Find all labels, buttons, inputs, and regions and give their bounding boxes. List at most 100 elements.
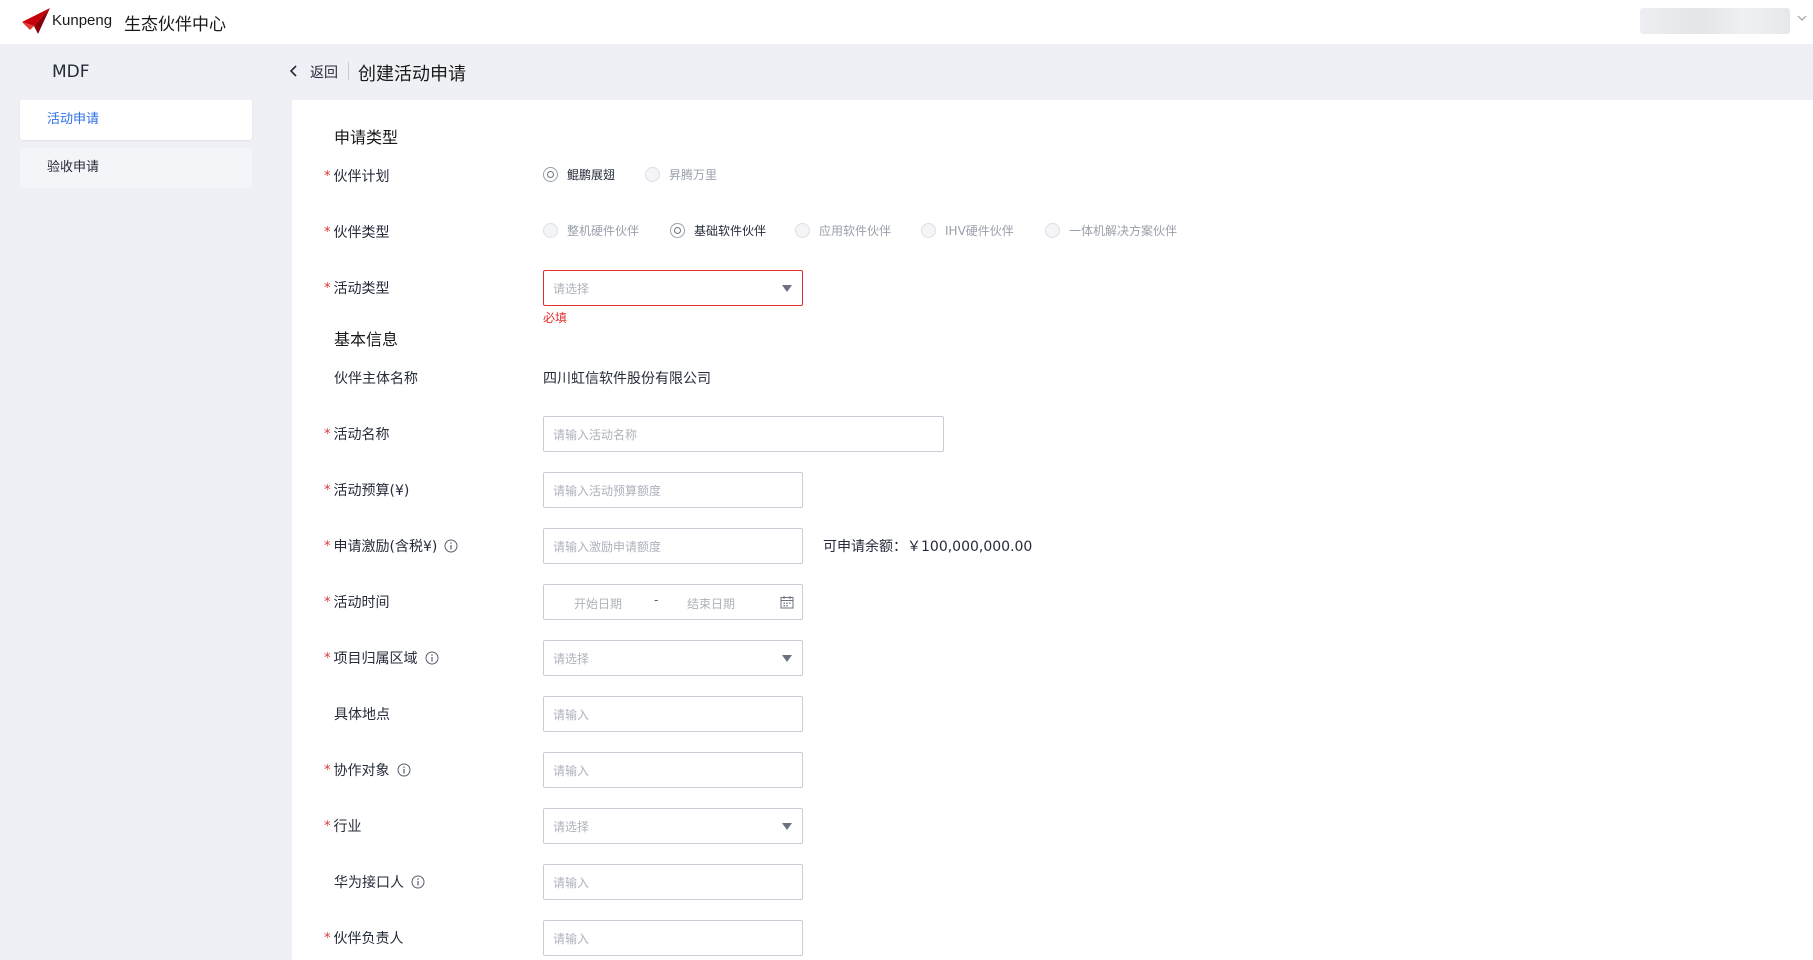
available-balance: 可申请余额：￥100,000,000.00 bbox=[823, 539, 1033, 555]
required-mark: * bbox=[324, 224, 331, 240]
required-mark: * bbox=[324, 168, 331, 184]
radio-partner-plan-ascend[interactable]: 昇腾万里 bbox=[645, 166, 717, 183]
brand-name[interactable]: Kunpeng bbox=[52, 12, 112, 29]
radio-circle-icon[interactable] bbox=[543, 167, 558, 182]
industry-select[interactable]: 请选择 bbox=[543, 808, 803, 844]
section-title-apply-type: 申请类型 bbox=[334, 128, 399, 147]
radio-label[interactable]: 基础软件伙伴 bbox=[694, 222, 766, 239]
radio-circle-icon[interactable] bbox=[645, 167, 660, 182]
incentive-label: * 申请激励(含税¥) bbox=[324, 536, 458, 556]
radio-circle-icon[interactable] bbox=[670, 223, 685, 238]
activity-budget-label: * 活动预算(¥) bbox=[324, 480, 409, 500]
date-separator: - bbox=[654, 593, 659, 607]
info-icon[interactable] bbox=[444, 539, 458, 553]
required-mark: * bbox=[324, 930, 331, 946]
calendar-icon[interactable] bbox=[780, 595, 794, 609]
partner-name-label: 伙伴主体名称 bbox=[334, 368, 418, 388]
activity-type-label-text: 活动类型 bbox=[333, 281, 390, 297]
collab-target-input[interactable]: 请输入 bbox=[543, 752, 803, 788]
back-arrow-icon[interactable] bbox=[288, 64, 300, 78]
activity-type-select[interactable]: 请选择 bbox=[543, 270, 803, 306]
required-mark: * bbox=[324, 482, 331, 498]
radio-label[interactable]: IHV硬件伙伴 bbox=[945, 222, 1014, 239]
radio-partner-type-app-software[interactable]: 应用软件伙伴 bbox=[795, 222, 891, 239]
user-account[interactable] bbox=[1640, 8, 1790, 34]
radio-partner-type-all-in-one[interactable]: 一体机解决方案伙伴 bbox=[1045, 222, 1177, 239]
location-input[interactable]: 请输入 bbox=[543, 696, 803, 732]
location-label: 具体地点 bbox=[334, 704, 390, 724]
end-date-input[interactable]: 结束日期 bbox=[687, 595, 735, 612]
kunpeng-logo-icon[interactable] bbox=[20, 6, 52, 36]
activity-name-label-text: 活动名称 bbox=[333, 427, 390, 443]
activity-type-label: * 活动类型 bbox=[324, 278, 390, 298]
partner-owner-label: * 伙伴负责人 bbox=[324, 928, 404, 948]
chevron-down-icon[interactable] bbox=[1796, 12, 1808, 24]
activity-type-error: 必填 bbox=[543, 311, 568, 325]
top-bar: Kunpeng 生态伙伴中心 bbox=[0, 0, 1813, 44]
required-mark: * bbox=[324, 650, 331, 666]
partner-owner-input[interactable]: 请输入 bbox=[543, 920, 803, 956]
radio-partner-type-base-software[interactable]: 基础软件伙伴 bbox=[670, 222, 766, 239]
partner-type-label: * 伙伴类型 bbox=[324, 222, 390, 242]
collab-target-label-text: 协作对象 bbox=[333, 763, 390, 779]
huawei-contact-label: 华为接口人 bbox=[334, 872, 425, 892]
portal-title[interactable]: 生态伙伴中心 bbox=[124, 10, 226, 35]
radio-label[interactable]: 整机硬件伙伴 bbox=[567, 222, 639, 239]
info-icon[interactable] bbox=[411, 875, 425, 889]
partner-owner-label-text: 伙伴负责人 bbox=[333, 931, 404, 947]
radio-partner-type-ihv[interactable]: IHV硬件伙伴 bbox=[921, 222, 1014, 239]
radio-label[interactable]: 昇腾万里 bbox=[669, 166, 717, 183]
incentive-input[interactable]: 请输入激励申请额度 bbox=[543, 528, 803, 564]
required-mark: * bbox=[324, 280, 331, 296]
select-placeholder[interactable]: 请选择 bbox=[553, 280, 589, 297]
sidebar-title: MDF bbox=[52, 62, 90, 82]
heading-divider bbox=[348, 62, 349, 80]
start-date-input[interactable]: 开始日期 bbox=[574, 595, 622, 612]
incentive-label-text: 申请激励(含税¥) bbox=[333, 539, 438, 555]
partner-type-label-text: 伙伴类型 bbox=[333, 225, 390, 241]
radio-label[interactable]: 一体机解决方案伙伴 bbox=[1069, 222, 1177, 239]
dropdown-caret-icon[interactable] bbox=[782, 285, 792, 292]
huawei-contact-input[interactable]: 请输入 bbox=[543, 864, 803, 900]
radio-partner-plan-kunpeng[interactable]: 鲲鹏展翅 bbox=[543, 166, 615, 183]
partner-name-value: 四川虹信软件股份有限公司 bbox=[543, 371, 711, 387]
huawei-contact-label-text: 华为接口人 bbox=[334, 875, 404, 891]
partner-plan-label: * 伙伴计划 bbox=[324, 166, 390, 186]
industry-label-text: 行业 bbox=[333, 819, 362, 835]
select-placeholder[interactable]: 请选择 bbox=[553, 818, 589, 835]
partner-name-label-text: 伙伴主体名称 bbox=[334, 371, 418, 387]
form-card: 申请类型 * 伙伴计划 鲲鹏展翅 昇腾万里 * 伙伴类型 整机硬件伙伴 基础软件… bbox=[292, 100, 1813, 960]
radio-circle-icon[interactable] bbox=[921, 223, 936, 238]
industry-label: * 行业 bbox=[324, 816, 362, 836]
collab-target-label: * 协作对象 bbox=[324, 760, 411, 780]
radio-circle-icon[interactable] bbox=[795, 223, 810, 238]
sidebar-item-acceptance-apply[interactable]: 验收申请 bbox=[20, 148, 252, 188]
info-icon[interactable] bbox=[397, 763, 411, 777]
sidebar-item-activity-apply[interactable]: 活动申请 bbox=[20, 100, 252, 140]
radio-circle-icon[interactable] bbox=[543, 223, 558, 238]
location-label-text: 具体地点 bbox=[334, 707, 390, 723]
dropdown-caret-icon[interactable] bbox=[782, 655, 792, 662]
activity-name-input[interactable]: 请输入活动名称 bbox=[543, 416, 944, 452]
required-mark: * bbox=[324, 426, 331, 442]
select-placeholder[interactable]: 请选择 bbox=[553, 650, 589, 667]
radio-label[interactable]: 应用软件伙伴 bbox=[819, 222, 891, 239]
region-label-text: 项目归属区域 bbox=[333, 651, 418, 667]
required-mark: * bbox=[324, 538, 331, 554]
required-mark: * bbox=[324, 762, 331, 778]
radio-partner-type-hardware[interactable]: 整机硬件伙伴 bbox=[543, 222, 639, 239]
activity-time-label-text: 活动时间 bbox=[333, 595, 390, 611]
activity-date-range[interactable]: 开始日期 - 结束日期 bbox=[543, 584, 803, 620]
back-link[interactable]: 返回 bbox=[310, 62, 338, 82]
dropdown-caret-icon[interactable] bbox=[782, 823, 792, 830]
activity-time-label: * 活动时间 bbox=[324, 592, 390, 612]
region-select[interactable]: 请选择 bbox=[543, 640, 803, 676]
partner-plan-label-text: 伙伴计划 bbox=[333, 169, 390, 185]
radio-circle-icon[interactable] bbox=[1045, 223, 1060, 238]
activity-budget-input[interactable]: 请输入活动预算额度 bbox=[543, 472, 803, 508]
info-icon[interactable] bbox=[425, 651, 439, 665]
required-mark: * bbox=[324, 594, 331, 610]
region-label: * 项目归属区域 bbox=[324, 648, 439, 668]
radio-label[interactable]: 鲲鹏展翅 bbox=[567, 166, 615, 183]
section-title-basic-info: 基本信息 bbox=[334, 330, 399, 349]
